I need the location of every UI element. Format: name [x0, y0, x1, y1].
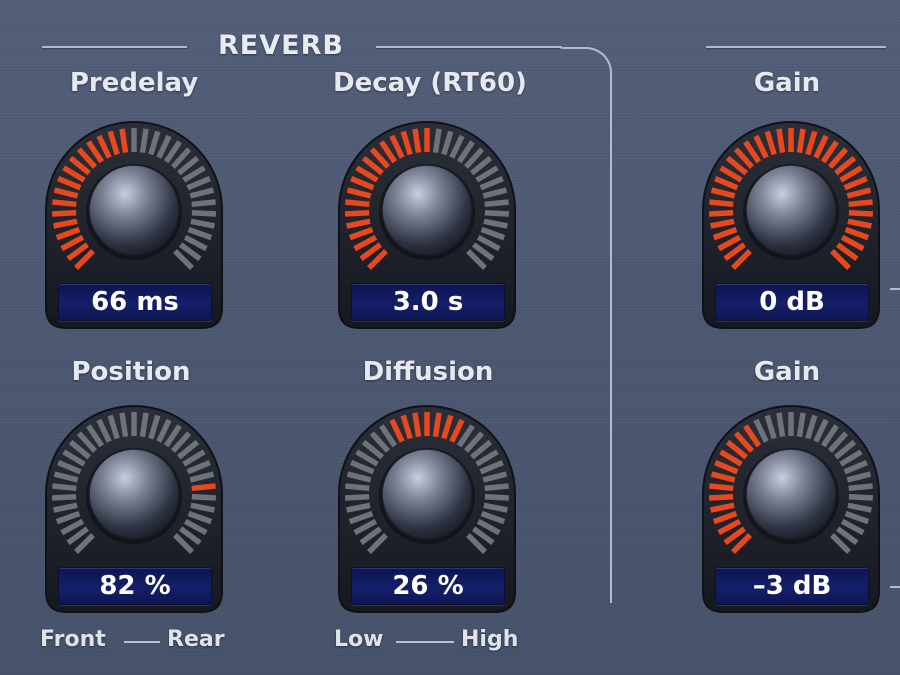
- diffusion-range-line: [396, 641, 454, 643]
- led-segment-active: [344, 210, 370, 217]
- knob-cap[interactable]: [745, 448, 837, 540]
- led-segment: [191, 199, 216, 208]
- position-range-line: [124, 641, 160, 643]
- right-edge-tick-bottom: [890, 586, 900, 588]
- led-segment-active: [709, 483, 734, 492]
- gain-knob-top[interactable]: 0 dB: [699, 118, 883, 332]
- diffusion-range-high: High: [461, 627, 519, 652]
- led-segment: [484, 483, 509, 492]
- led-segment-active: [709, 199, 734, 208]
- led-segment: [345, 483, 370, 492]
- led-segment-active: [412, 128, 422, 154]
- knob-cap[interactable]: [745, 164, 837, 256]
- gain-label-top: Gain: [753, 68, 821, 98]
- decay-knob[interactable]: 3.0 s: [335, 118, 519, 332]
- predelay-readout[interactable]: 66 ms: [58, 283, 212, 321]
- diffusion-knob[interactable]: 26 %: [335, 402, 519, 616]
- led-segment-active: [848, 199, 873, 208]
- led-segment-active: [432, 412, 442, 438]
- led-segment-active: [708, 494, 734, 501]
- led-segment: [484, 199, 509, 208]
- led-segment-active: [52, 199, 77, 208]
- knob-cap[interactable]: [381, 164, 473, 256]
- knob-cap[interactable]: [88, 448, 180, 540]
- led-segment: [344, 494, 370, 501]
- position-range-high: Rear: [167, 627, 225, 652]
- position-knob[interactable]: 82 %: [42, 402, 226, 616]
- led-segment-active: [119, 128, 129, 154]
- predelay-label: Predelay: [69, 68, 199, 98]
- led-segment: [484, 494, 510, 501]
- gain-label-bottom: Gain: [753, 357, 821, 387]
- led-segment: [191, 210, 217, 217]
- led-segment-active: [191, 483, 216, 492]
- led-segment: [432, 128, 442, 154]
- position-readout[interactable]: 82 %: [58, 567, 212, 605]
- position-label: Position: [71, 357, 191, 387]
- led-segment: [139, 128, 149, 154]
- right-edge-tick-top: [890, 288, 900, 290]
- led-segment: [191, 494, 217, 501]
- decay-readout[interactable]: 3.0 s: [351, 283, 505, 321]
- led-segment-active: [848, 210, 874, 217]
- led-segment: [484, 210, 510, 217]
- led-segment-active: [708, 210, 734, 217]
- right-section-rule: [706, 46, 886, 48]
- gain-readout-top[interactable]: 0 dB: [715, 283, 869, 321]
- section-title: REVERB: [218, 30, 344, 61]
- gain-knob-bottom[interactable]: –3 dB: [699, 402, 883, 616]
- led-segment: [776, 412, 786, 438]
- knob-cap[interactable]: [381, 448, 473, 540]
- led-segment: [796, 412, 806, 438]
- knob-cap[interactable]: [88, 164, 180, 256]
- led-segment: [52, 483, 77, 492]
- led-segment: [848, 483, 873, 492]
- section-border: [560, 47, 612, 603]
- led-segment: [848, 494, 874, 501]
- position-range-low: Front: [40, 627, 106, 652]
- section-rule-right-top: [376, 46, 562, 48]
- led-segment-active: [412, 412, 422, 438]
- diffusion-label: Diffusion: [362, 357, 494, 387]
- led-segment-active: [51, 210, 77, 217]
- decay-label: Decay (RT60): [333, 68, 527, 98]
- gain-readout-bottom[interactable]: –3 dB: [715, 567, 869, 605]
- led-segment-active: [776, 128, 786, 154]
- led-segment-active: [796, 128, 806, 154]
- section-rule-left: [42, 46, 187, 48]
- predelay-knob[interactable]: 66 ms: [42, 118, 226, 332]
- diffusion-range-low: Low: [334, 627, 384, 652]
- led-segment: [139, 412, 149, 438]
- led-segment: [51, 494, 77, 501]
- led-segment-active: [345, 199, 370, 208]
- led-segment: [119, 412, 129, 438]
- diffusion-readout[interactable]: 26 %: [351, 567, 505, 605]
